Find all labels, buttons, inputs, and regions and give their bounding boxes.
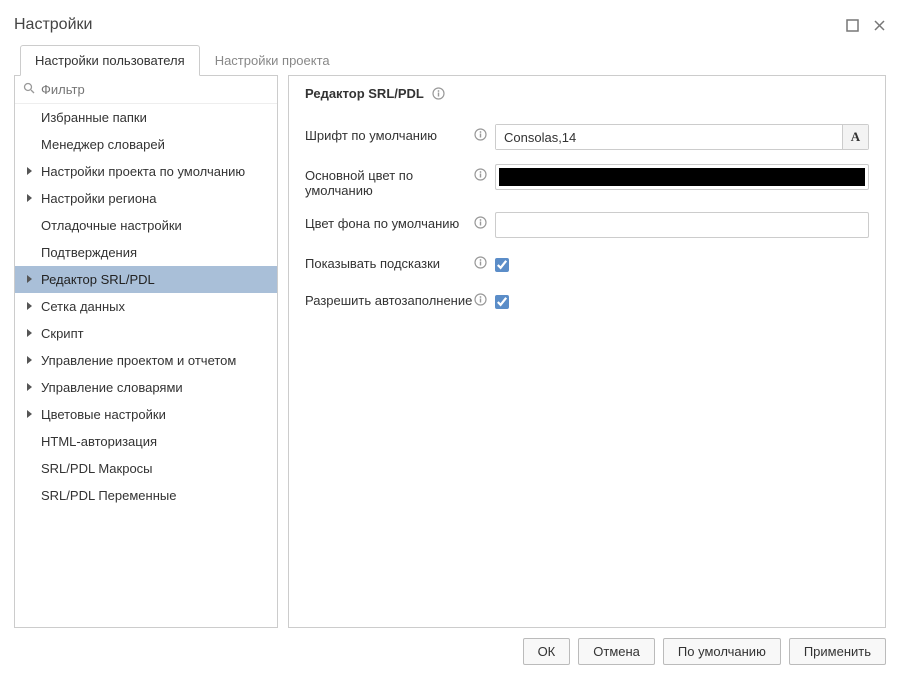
fg-color-swatch — [499, 168, 865, 186]
settings-window: Настройки Настройки пользователя Настрой… — [0, 0, 900, 675]
info-icon[interactable] — [474, 168, 487, 181]
tree-item[interactable]: HTML-авторизация — [15, 428, 277, 455]
filter-input[interactable] — [41, 82, 269, 97]
fg-color-picker[interactable] — [495, 164, 869, 190]
tree-item[interactable]: Менеджер словарей — [15, 131, 277, 158]
row-default-font: Шрифт по умолчанию A — [305, 117, 869, 157]
row-fg-color: Основной цвет по умолчанию — [305, 157, 869, 205]
sidebar: Избранные папкиМенеджер словарейНастройк… — [14, 75, 278, 628]
search-icon — [23, 82, 35, 97]
tree-item[interactable]: Редактор SRL/PDL — [15, 266, 277, 293]
ok-button[interactable]: ОК — [523, 638, 571, 665]
info-icon[interactable] — [432, 87, 445, 100]
tree-item[interactable]: Цветовые настройки — [15, 401, 277, 428]
label-default-font: Шрифт по умолчанию — [305, 124, 495, 143]
tree-item[interactable]: Отладочные настройки — [15, 212, 277, 239]
tree-item[interactable]: SRL/PDL Переменные — [15, 482, 277, 509]
tree-item[interactable]: Сетка данных — [15, 293, 277, 320]
tree-item[interactable]: Скрипт — [15, 320, 277, 347]
bg-color-swatch — [499, 216, 865, 234]
panel-title-row: Редактор SRL/PDL — [305, 86, 869, 117]
tab-project-settings[interactable]: Настройки проекта — [200, 45, 345, 76]
label-autocomplete: Разрешить автозаполнение — [305, 289, 495, 308]
defaults-button[interactable]: По умолчанию — [663, 638, 781, 665]
bg-color-picker[interactable] — [495, 212, 869, 238]
show-hints-checkbox[interactable] — [495, 258, 509, 272]
label-fg-color: Основной цвет по умолчанию — [305, 164, 495, 198]
row-show-hints: Показывать подсказки — [305, 245, 869, 282]
info-icon[interactable] — [474, 216, 487, 229]
autocomplete-checkbox[interactable] — [495, 295, 509, 309]
window-controls — [846, 19, 886, 32]
tab-user-settings[interactable]: Настройки пользователя — [20, 45, 200, 76]
settings-panel: Редактор SRL/PDL Шрифт по умолчанию A — [288, 75, 886, 628]
titlebar: Настройки — [14, 12, 886, 44]
tree-item[interactable]: Управление проектом и отчетом — [15, 347, 277, 374]
tabstrip: Настройки пользователя Настройки проекта — [14, 45, 886, 76]
window-title: Настройки — [14, 16, 92, 34]
settings-tree: Избранные папкиМенеджер словарейНастройк… — [15, 104, 277, 627]
apply-button[interactable]: Применить — [789, 638, 886, 665]
tree-item[interactable]: Настройки проекта по умолчанию — [15, 158, 277, 185]
font-input-group: A — [495, 124, 869, 150]
dialog-buttons: ОК Отмена По умолчанию Применить — [14, 628, 886, 665]
panel-title: Редактор SRL/PDL — [305, 86, 424, 101]
tree-item[interactable]: SRL/PDL Макросы — [15, 455, 277, 482]
maximize-icon[interactable] — [846, 19, 859, 32]
tree-item[interactable]: Подтверждения — [15, 239, 277, 266]
label-show-hints: Показывать подсказки — [305, 252, 495, 271]
filter-row — [15, 76, 277, 104]
default-font-input[interactable] — [496, 125, 842, 149]
info-icon[interactable] — [474, 128, 487, 141]
content-area: Избранные папкиМенеджер словарейНастройк… — [14, 75, 886, 628]
tree-item[interactable]: Избранные папки — [15, 104, 277, 131]
row-autocomplete: Разрешить автозаполнение — [305, 282, 869, 319]
close-icon[interactable] — [873, 19, 886, 32]
tree-item[interactable]: Настройки региона — [15, 185, 277, 212]
font-picker-button[interactable]: A — [842, 125, 868, 149]
label-bg-color: Цвет фона по умолчанию — [305, 212, 495, 231]
tree-item[interactable]: Управление словарями — [15, 374, 277, 401]
row-bg-color: Цвет фона по умолчанию — [305, 205, 869, 245]
info-icon[interactable] — [474, 293, 487, 306]
cancel-button[interactable]: Отмена — [578, 638, 655, 665]
info-icon[interactable] — [474, 256, 487, 269]
